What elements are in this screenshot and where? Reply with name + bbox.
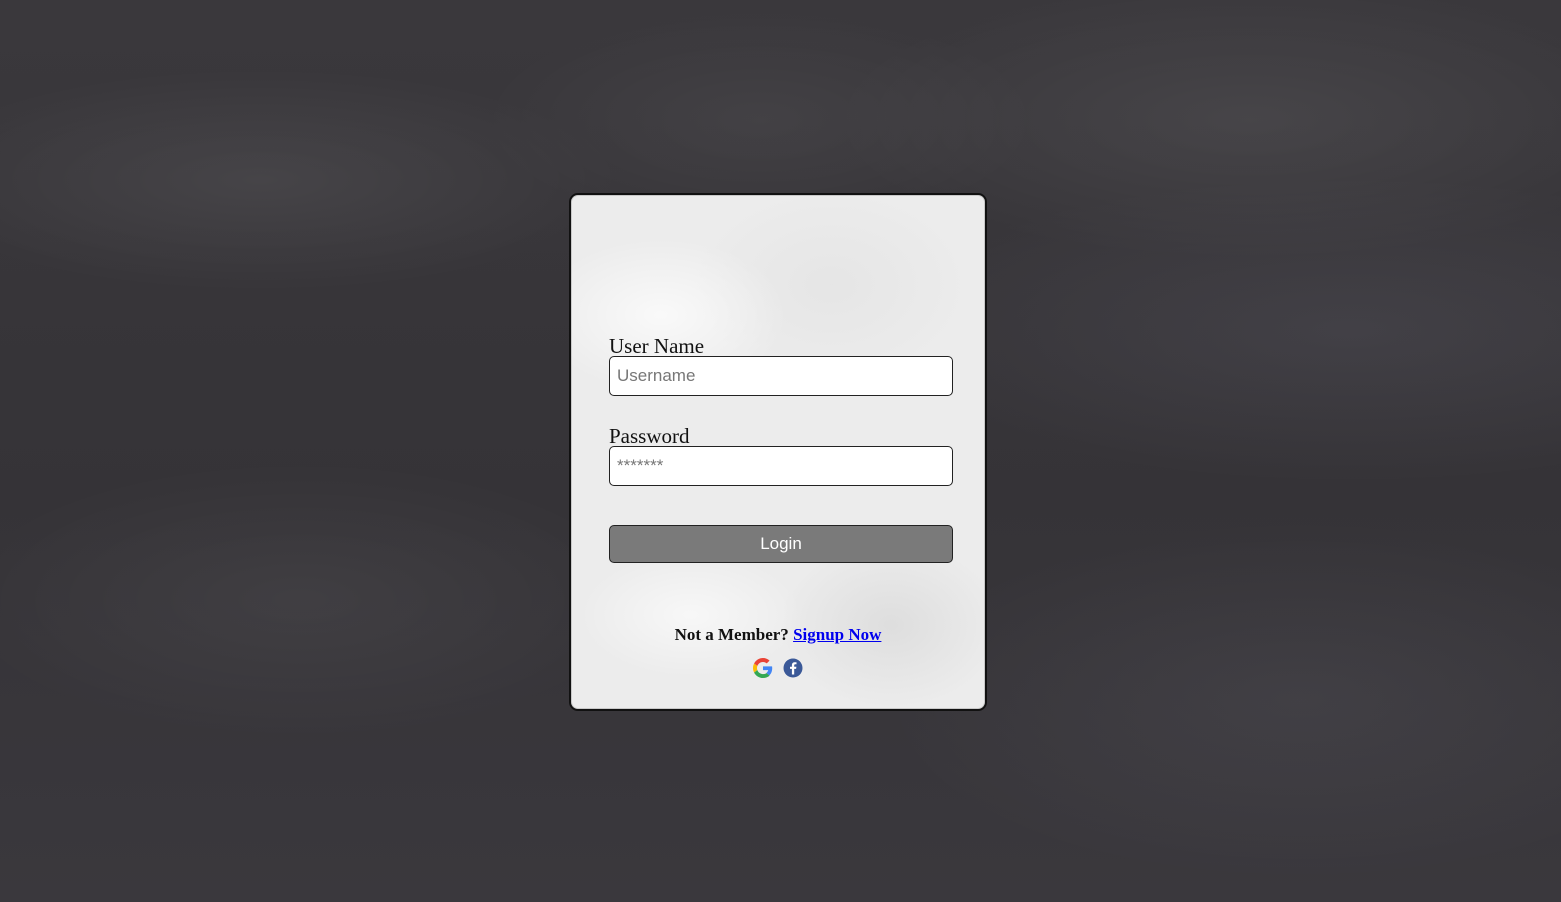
facebook-icon[interactable] xyxy=(783,658,803,678)
username-label: User Name xyxy=(609,334,705,358)
username-input[interactable] xyxy=(609,356,953,396)
login-button[interactable]: Login xyxy=(609,525,953,563)
google-icon[interactable] xyxy=(753,658,773,678)
signup-prompt-text: Not a Member? xyxy=(674,625,789,644)
password-input[interactable] xyxy=(609,446,953,486)
signup-link[interactable]: Signup Now xyxy=(793,625,881,644)
signup-prompt-line: Not a Member? Signup Now xyxy=(571,625,985,645)
login-card: User Name Password Login Not a Member? S… xyxy=(569,193,987,711)
social-login-row xyxy=(571,658,985,678)
password-label: Password xyxy=(609,424,690,448)
